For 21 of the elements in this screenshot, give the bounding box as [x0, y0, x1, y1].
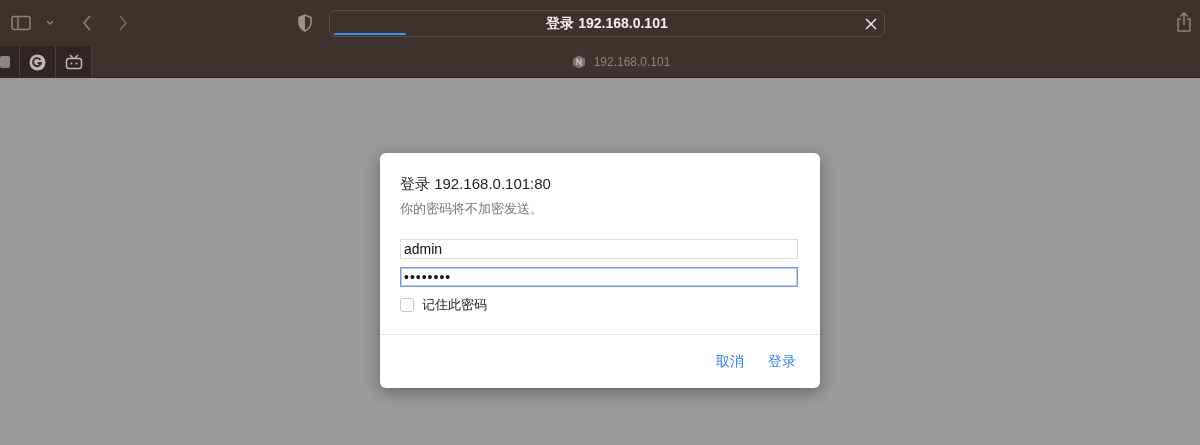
remember-checkbox[interactable]	[400, 298, 414, 312]
forward-icon[interactable]	[117, 14, 129, 32]
g-logo-icon[interactable]	[29, 53, 46, 71]
tab-favicon-icon[interactable]	[0, 54, 12, 70]
remember-label: 记住此密码	[422, 296, 487, 315]
address-text: 登录 192.168.0.101	[546, 13, 668, 33]
n-logo-icon	[571, 54, 586, 69]
address-bar[interactable]: 登录 192.168.0.101	[329, 9, 885, 37]
shield-icon[interactable]	[297, 14, 313, 32]
dialog-title: 登录 192.168.0.101:80	[400, 174, 552, 194]
tv-icon[interactable]	[64, 54, 83, 70]
password-field[interactable]: ••••••••	[400, 267, 798, 288]
sidebar-icon[interactable]	[11, 15, 31, 31]
username-field[interactable]: admin	[400, 239, 798, 260]
login-button[interactable]: 登录	[768, 350, 796, 372]
close-icon[interactable]	[865, 17, 877, 30]
share-icon[interactable]	[1176, 12, 1192, 32]
dialog-subtitle: 你的密码将不加密发送。	[400, 200, 544, 218]
back-icon[interactable]	[81, 14, 93, 32]
cancel-button[interactable]: 取消	[716, 350, 744, 372]
chevron-down-icon[interactable]	[45, 19, 55, 27]
